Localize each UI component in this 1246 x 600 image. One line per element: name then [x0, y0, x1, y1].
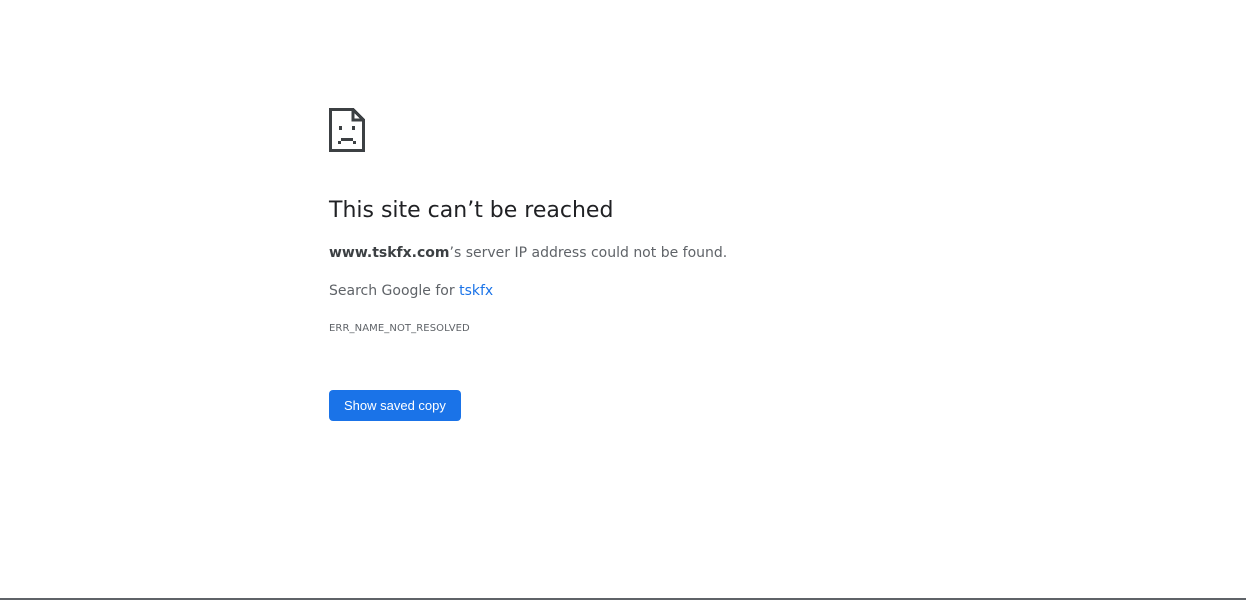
error-page: This site can’t be reached www.tskfx.com… — [0, 0, 1246, 600]
server-message: www.tskfx.com’s server IP address could … — [329, 245, 727, 261]
search-link[interactable]: tskfx — [459, 283, 493, 299]
domain-name: www.tskfx.com — [329, 245, 450, 261]
search-prefix: Search Google for — [329, 283, 460, 299]
search-suggestion: Search Google for tskfx — [329, 283, 493, 299]
show-saved-copy-button[interactable]: Show saved copy — [329, 390, 461, 421]
error-content: This site can’t be reached www.tskfx.com… — [329, 108, 949, 421]
error-code: ERR_NAME_NOT_RESOLVED — [329, 323, 470, 334]
sad-page-icon — [329, 108, 365, 152]
page-title: This site can’t be reached — [329, 198, 614, 223]
server-message-text: ’s server IP address could not be found. — [449, 245, 728, 261]
